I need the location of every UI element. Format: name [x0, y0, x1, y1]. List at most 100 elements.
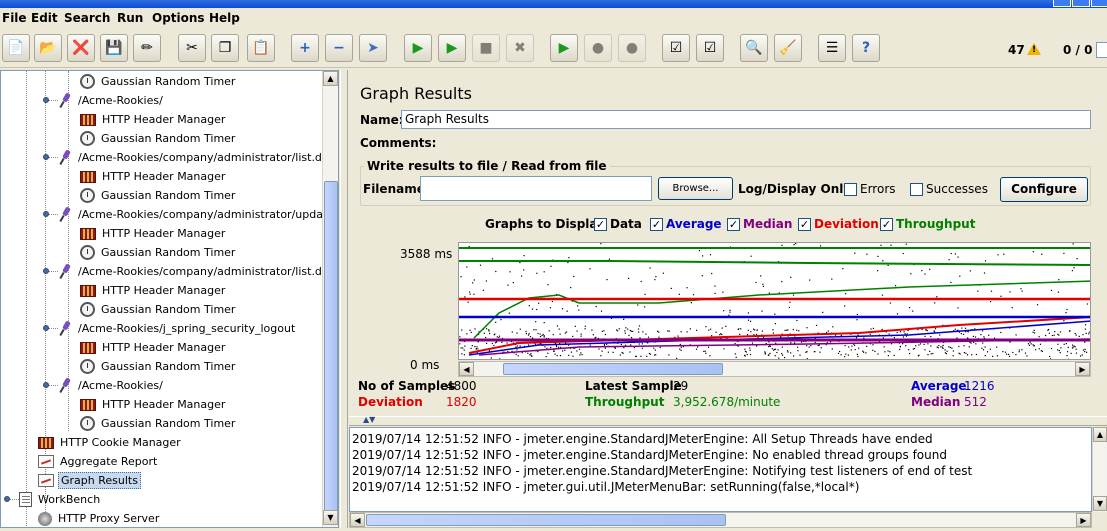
log-horizontal-scrollbar[interactable]: ◀ ▶ [349, 512, 1092, 528]
tree-node[interactable]: HTTP Header Manager [80, 281, 227, 299]
menu-run[interactable]: Run [117, 11, 143, 25]
cut-icon[interactable]: ✂ [178, 34, 206, 62]
scroll-thumb[interactable] [324, 181, 338, 520]
graph-scroll-thumb[interactable] [503, 363, 723, 375]
scroll-up-button[interactable]: ▲ [323, 71, 338, 86]
clear-all-icon[interactable]: ☑ [696, 34, 724, 62]
browse-button[interactable]: Browse... [658, 177, 733, 200]
function-helper-icon[interactable]: ☰ [818, 34, 846, 62]
tree-node[interactable]: /Acme-Rookies/company/administrator/list… [58, 148, 331, 166]
log-scroll-down-button[interactable]: ▼ [1093, 496, 1107, 511]
average-checkbox[interactable]: ✓ [650, 218, 663, 231]
tree-node[interactable]: /Acme-Rookies/company/administrator/list… [58, 262, 331, 280]
data-point [461, 353, 463, 355]
scroll-right-button[interactable]: ▶ [1075, 362, 1090, 376]
filename-field[interactable] [420, 176, 652, 201]
tree-node[interactable]: HTTP Header Manager [80, 338, 227, 356]
graph-horizontal-scrollbar[interactable]: ◀ ▶ [458, 361, 1091, 377]
tree-node[interactable]: Gaussian Random Timer [80, 72, 237, 90]
reset-search-icon[interactable]: 🧹 [774, 34, 802, 62]
start-no-pause-icon[interactable]: ▶ [438, 34, 466, 62]
tree-expand-handle[interactable] [43, 325, 49, 331]
log-scroll-thumb[interactable] [366, 514, 726, 526]
tree-node[interactable]: Gaussian Random Timer [80, 414, 237, 432]
name-field[interactable]: Graph Results [401, 110, 1091, 129]
copy-icon[interactable]: ❐ [211, 34, 239, 62]
close-icon[interactable]: ❌ [67, 34, 95, 62]
tree-node[interactable]: /Acme-Rookies/company/administrator/upda… [58, 205, 338, 223]
split-pane-divider[interactable] [340, 70, 348, 528]
tree-node[interactable]: HTTP Header Manager [80, 110, 227, 128]
tree-node[interactable]: Gaussian Random Timer [80, 129, 237, 147]
warning-icon[interactable]: ! [1027, 43, 1041, 55]
tree-node[interactable]: Aggregate Report [38, 452, 159, 470]
tree-node[interactable]: Gaussian Random Timer [80, 300, 237, 318]
scroll-down-button[interactable]: ▼ [323, 510, 338, 525]
close-window-button[interactable] [1091, 0, 1107, 7]
log-scroll-right-button[interactable]: ▶ [1076, 513, 1091, 527]
search-icon[interactable]: 🔍 [740, 34, 768, 62]
open-icon[interactable]: 📂 [34, 34, 62, 62]
maximize-button[interactable] [1072, 0, 1090, 7]
tree-node[interactable]: Gaussian Random Timer [80, 243, 237, 261]
remote-start-icon[interactable]: ▶ [550, 34, 578, 62]
tree-node[interactable]: Graph Results [38, 471, 141, 489]
data-checkbox[interactable]: ✓ [594, 218, 607, 231]
save-icon[interactable]: 💾 [100, 34, 128, 62]
tree-vertical-scrollbar[interactable]: ▲ ▼ [322, 71, 338, 527]
help-icon[interactable]: ? [852, 34, 880, 62]
tree-node[interactable]: Gaussian Random Timer [80, 357, 237, 375]
tree-node[interactable]: WorkBench [19, 490, 102, 508]
median-checkbox[interactable]: ✓ [727, 218, 740, 231]
tree-expand-handle[interactable] [43, 97, 49, 103]
tree-expand-handle[interactable] [43, 268, 49, 274]
tree-expand-handle[interactable] [43, 211, 49, 217]
tree-node[interactable]: HTTP Header Manager [80, 224, 227, 242]
paste-icon[interactable]: 📋 [247, 34, 275, 62]
errors-checkbox[interactable] [844, 183, 857, 196]
tree-node[interactable]: HTTP Cookie Manager [38, 433, 183, 451]
remote-shutdown-icon[interactable]: ● [618, 34, 646, 62]
menu-help[interactable]: Help [209, 11, 240, 25]
minimize-button[interactable] [1053, 0, 1071, 7]
menu-search[interactable]: Search [64, 11, 110, 25]
tree-node[interactable]: Gaussian Random Timer [80, 186, 237, 204]
tree-expand-handle[interactable] [43, 154, 49, 160]
scroll-left-button[interactable]: ◀ [459, 362, 474, 376]
save-as-icon[interactable]: ✏ [133, 34, 161, 62]
throughput-checkbox[interactable]: ✓ [880, 218, 893, 231]
start-icon[interactable]: ▶ [404, 34, 432, 62]
configure-button[interactable]: Configure [1000, 177, 1088, 202]
tree-node[interactable]: /Acme-Rookies/ [58, 376, 165, 394]
remote-stop-icon[interactable]: ● [584, 34, 612, 62]
tree-node[interactable]: HTTP Header Manager [80, 167, 227, 185]
log-scroll-up-button[interactable]: ▲ [1093, 427, 1107, 442]
data-point [768, 354, 770, 356]
tree-expand-handle[interactable] [4, 496, 10, 502]
log-split-divider[interactable]: ▲▼ [349, 415, 1107, 426]
tree-node[interactable]: HTTP Proxy Server [38, 509, 161, 527]
data-point [905, 243, 907, 245]
menu-options[interactable]: Options [152, 11, 205, 25]
shutdown-icon[interactable]: ✖ [506, 34, 534, 62]
expand-icon[interactable]: + [291, 34, 319, 62]
tree-node[interactable]: /Acme-Rookies/ [58, 91, 165, 109]
toggle-icon[interactable]: ➤ [359, 34, 387, 62]
tree-node[interactable]: /Acme-Rookies/j_spring_security_logout [58, 319, 297, 337]
clear-icon[interactable]: ☑ [662, 34, 690, 62]
new-icon[interactable]: 📄 [2, 34, 30, 62]
test-plan-tree[interactable]: Gaussian Random Timer/Acme-Rookies/HTTP … [0, 70, 339, 528]
tree-expand-handle[interactable] [43, 382, 49, 388]
data-point [1074, 332, 1076, 335]
tree-node[interactable]: HTTP Header Manager [80, 395, 227, 413]
log-viewer[interactable]: 2019/07/14 12:51:52 INFO - jmeter.engine… [349, 427, 1092, 512]
successes-checkbox[interactable] [910, 183, 923, 196]
collapse-icon[interactable]: − [325, 34, 353, 62]
comments-field[interactable] [428, 133, 1091, 152]
deviation-checkbox[interactable]: ✓ [798, 218, 811, 231]
menu-edit[interactable]: Edit [31, 11, 58, 25]
log-scroll-left-button[interactable]: ◀ [350, 513, 365, 527]
stop-icon[interactable]: ■ [472, 34, 500, 62]
log-vertical-scrollbar[interactable]: ▲ ▼ [1092, 427, 1107, 512]
menu-file[interactable]: File [2, 11, 27, 25]
